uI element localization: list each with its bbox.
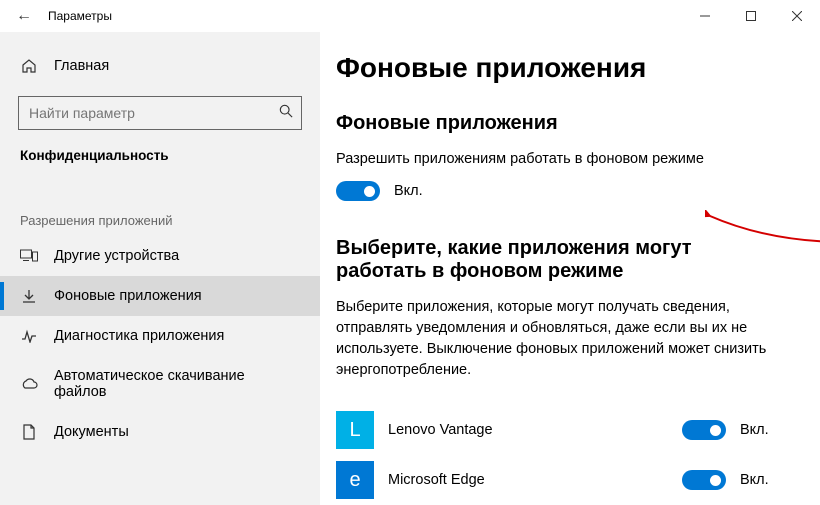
sidebar-subheader: Конфиденциальность bbox=[0, 130, 320, 173]
back-button[interactable]: ← bbox=[0, 7, 48, 25]
app-toggle[interactable] bbox=[682, 470, 726, 490]
master-toggle[interactable] bbox=[336, 181, 380, 201]
app-name: Lenovo Vantage bbox=[388, 422, 682, 438]
download-icon bbox=[20, 288, 38, 304]
sidebar-home-label: Главная bbox=[54, 58, 109, 74]
sidebar-item-label: Другие устройства bbox=[54, 248, 179, 264]
document-icon bbox=[20, 424, 38, 440]
app-toggle-state: Вкл. bbox=[740, 472, 780, 488]
devices-icon bbox=[20, 249, 38, 263]
search-icon bbox=[279, 104, 293, 123]
app-icon-lenovo: L bbox=[336, 411, 374, 449]
app-icon-edge: e bbox=[336, 461, 374, 499]
app-name: Microsoft Edge bbox=[388, 472, 682, 488]
app-toggle-state: Вкл. bbox=[740, 422, 780, 438]
app-row: e Microsoft Edge Вкл. bbox=[336, 455, 780, 505]
app-toggle[interactable] bbox=[682, 420, 726, 440]
sidebar-item-label: Документы bbox=[54, 424, 129, 440]
sidebar-home[interactable]: Главная bbox=[0, 50, 320, 82]
sidebar-item-label: Диагностика приложения bbox=[54, 328, 224, 344]
minimize-button[interactable] bbox=[682, 0, 728, 32]
sidebar-item-label: Автоматическое скачивание файлов bbox=[54, 368, 300, 400]
sidebar-item-documents[interactable]: Документы bbox=[0, 412, 320, 452]
sidebar-item-other-devices[interactable]: Другие устройства bbox=[0, 236, 320, 276]
search-input[interactable] bbox=[29, 105, 279, 121]
allow-description: Разрешить приложениям работать в фоновом… bbox=[336, 149, 776, 169]
sidebar-section-label: Разрешения приложений bbox=[0, 173, 320, 236]
home-icon bbox=[20, 58, 38, 74]
choose-description: Выберите приложения, которые могут получ… bbox=[336, 297, 776, 381]
diagnostics-icon bbox=[20, 329, 38, 343]
maximize-button[interactable] bbox=[728, 0, 774, 32]
search-input-wrap[interactable] bbox=[18, 96, 302, 130]
section-heading-choose: Выберите, какие приложения могут работат… bbox=[336, 237, 780, 283]
sidebar-item-label: Фоновые приложения bbox=[54, 288, 202, 304]
section-heading-bg: Фоновые приложения bbox=[336, 112, 780, 135]
app-row: L Lenovo Vantage Вкл. bbox=[336, 405, 780, 455]
cloud-icon bbox=[20, 378, 38, 390]
close-button[interactable] bbox=[774, 0, 820, 32]
sidebar-item-auto-download[interactable]: Автоматическое скачивание файлов bbox=[0, 356, 320, 412]
page-title: Фоновые приложения bbox=[336, 52, 780, 84]
sidebar-item-background-apps[interactable]: Фоновые приложения bbox=[0, 276, 320, 316]
main-content: Фоновые приложения Фоновые приложения Ра… bbox=[320, 32, 820, 505]
sidebar: Главная Конфиденциальность Разрешения пр… bbox=[0, 32, 320, 505]
master-toggle-state: Вкл. bbox=[394, 183, 423, 199]
sidebar-item-app-diagnostics[interactable]: Диагностика приложения bbox=[0, 316, 320, 356]
window-title: Параметры bbox=[48, 9, 112, 23]
